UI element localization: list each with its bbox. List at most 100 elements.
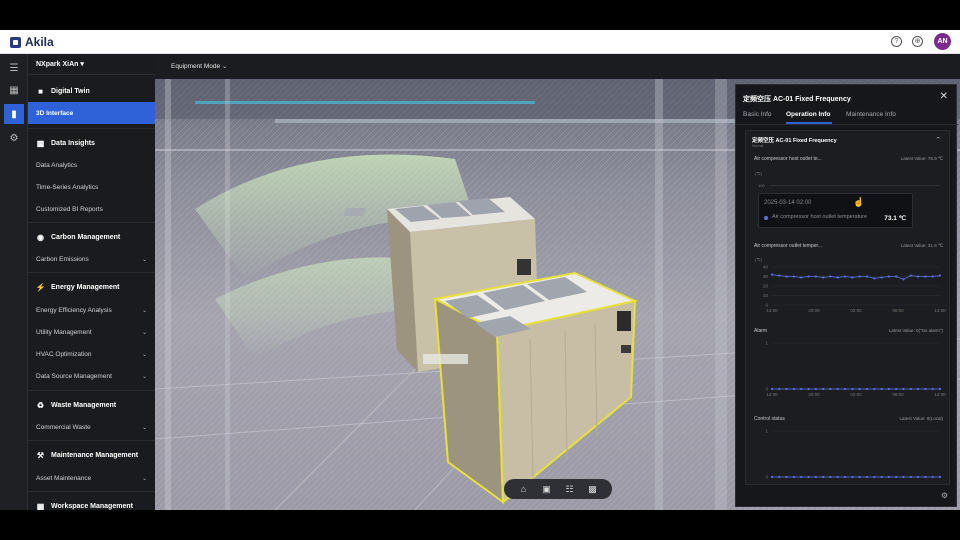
- sidebar-item-energy-efficiency[interactable]: Energy Efficiency Analysis ⌄: [28, 299, 155, 321]
- settings-icon[interactable]: ⚙: [4, 128, 24, 148]
- metric-1-name: Air compressor host outlet te...: [754, 156, 822, 162]
- metrics-card: 定频空压 AC-01 Fixed Frequency Normal ⌃ Air …: [745, 130, 950, 485]
- sidebar-item-time-series[interactable]: Time-Series Analytics: [28, 176, 155, 198]
- x-tick-label: 20:00: [808, 308, 820, 313]
- gridline: [770, 185, 940, 186]
- data-point: [858, 275, 861, 278]
- nav-section-maintenance[interactable]: ⚒ Maintenance Management: [28, 444, 155, 466]
- nav-section-carbon[interactable]: ◉ Carbon Management: [28, 226, 155, 248]
- cursor-pointer-icon: ☝: [853, 197, 865, 207]
- sidebar-item-asset-maintenance[interactable]: Asset Maintenance ⌄: [28, 467, 155, 489]
- data-point: [800, 387, 803, 391]
- nav-section-workspace[interactable]: ▦ Workspace Management: [28, 495, 155, 511]
- tooltip-time: 2025-03-14 02:00: [764, 200, 812, 206]
- data-point: [836, 387, 839, 391]
- nav-section-digital-twin[interactable]: ■ Digital Twin: [28, 80, 155, 102]
- y-tick-label: 1: [765, 429, 768, 434]
- workspace-icon: ▦: [36, 501, 45, 511]
- leaf-circle-icon: ◉: [37, 232, 44, 242]
- divider: [28, 128, 155, 129]
- data-point: [887, 387, 890, 391]
- section-label: Data Insights: [51, 139, 95, 147]
- sidebar-item-carbon-emissions[interactable]: Carbon Emissions ⌄: [28, 248, 155, 270]
- section-label: Workspace Management: [51, 502, 133, 510]
- nav-section-data-insights[interactable]: ▩ Data Insights: [28, 132, 155, 154]
- sidebar-item-utility[interactable]: Utility Management ⌄: [28, 321, 155, 343]
- sidebar-item-hvac[interactable]: HVAC Optimization ⌄: [28, 343, 155, 365]
- data-point: [814, 387, 817, 391]
- home-icon[interactable]: ⌂: [518, 484, 530, 494]
- chart-icon: ▩: [36, 138, 45, 148]
- data-point: [880, 387, 883, 391]
- section-label: Digital Twin: [51, 87, 90, 95]
- metric-2-latest: Latest Value: 31.6 ℃: [900, 243, 943, 248]
- data-point: [836, 475, 839, 479]
- sidebar-item-bi-reports[interactable]: Customized BI Reports: [28, 198, 155, 220]
- menu-icon[interactable]: ☰: [4, 58, 24, 78]
- section-title: 定频空压 AC-01 Fixed Frequency: [752, 138, 837, 144]
- data-point: [814, 475, 817, 479]
- sidebar-item-commercial-waste[interactable]: Commercial Waste ⌄: [28, 416, 155, 438]
- tab-operation-info[interactable]: Operation Info: [786, 111, 830, 118]
- data-point: [924, 475, 927, 479]
- data-point: [895, 475, 898, 479]
- nav-section-waste[interactable]: ♻ Waste Management: [28, 394, 155, 416]
- x-tick-label: 14:00: [934, 392, 946, 397]
- chart-tooltip: 2025-03-14 02:00 Air compressor host out…: [758, 193, 913, 228]
- data-point: [829, 275, 832, 278]
- data-point: [770, 387, 774, 391]
- chevron-down-icon: ⌄: [141, 424, 147, 431]
- avatar[interactable]: AN: [934, 33, 951, 50]
- data-point: [778, 475, 781, 479]
- mode-selector[interactable]: Equipment Mode: [171, 62, 227, 70]
- data-point: [938, 475, 942, 479]
- data-point: [909, 475, 912, 479]
- y-tick-label: 0: [765, 387, 768, 392]
- x-tick-label: 20:00: [808, 392, 820, 397]
- recycle-icon: ♻: [36, 400, 45, 410]
- chart-control-status[interactable]: 10: [750, 427, 946, 483]
- hierarchy-icon[interactable]: ☷: [564, 484, 576, 495]
- metric-1-ytick: 100: [758, 183, 765, 188]
- help-icon[interactable]: ?: [891, 36, 902, 47]
- item-label: Carbon Emissions: [36, 255, 89, 263]
- data-point: [938, 274, 942, 277]
- sidebar-item-data-source[interactable]: Data Source Management ⌄: [28, 365, 155, 387]
- gear-icon[interactable]: ⚙: [941, 491, 948, 500]
- x-tick-label: 14:00: [934, 308, 946, 313]
- mode-bar: Equipment Mode: [155, 54, 960, 79]
- data-point: [887, 275, 890, 278]
- y-tick-label: 0: [765, 475, 768, 480]
- data-point: [851, 387, 854, 391]
- tab-basic-info[interactable]: Basic Info: [743, 111, 772, 118]
- divider: [736, 124, 958, 125]
- data-point: [814, 275, 817, 278]
- building-icon[interactable]: ▦: [4, 80, 24, 100]
- data-point: [778, 387, 781, 391]
- metric-1-latest: Latest Value: 78.9 ℃: [900, 156, 943, 161]
- data-point: [770, 273, 774, 276]
- divider: [28, 440, 155, 441]
- grid-icon[interactable]: ▩: [587, 484, 599, 495]
- document-icon[interactable]: ▮: [4, 104, 24, 124]
- data-point: [909, 387, 912, 391]
- sidebar-item-3d-interface[interactable]: 3D Interface: [28, 102, 155, 124]
- chevron-down-icon: ⌄: [141, 475, 147, 482]
- series-line: [771, 274, 941, 280]
- close-icon[interactable]: ✕: [940, 91, 948, 102]
- nav-section-energy[interactable]: ⚡ Energy Management: [28, 276, 155, 298]
- globe-icon[interactable]: ⊕: [912, 36, 923, 47]
- site-selector[interactable]: NXpark XiAn: [36, 60, 84, 68]
- chart-alarm[interactable]: 1014:00 20:00 02:00 08:00 14:00: [750, 339, 946, 401]
- chart-outlet-temperature[interactable]: 40302010014:00 20:00 02:00 08:00 14:00: [750, 265, 946, 317]
- sidebar-item-data-analytics[interactable]: Data Analytics: [28, 154, 155, 176]
- chevron-up-icon[interactable]: ⌃: [935, 136, 941, 144]
- focus-icon[interactable]: ▣: [541, 484, 553, 495]
- data-point: [800, 276, 803, 279]
- data-point: [851, 475, 854, 479]
- chevron-down-icon: ⌄: [141, 256, 147, 263]
- tab-maintenance-info[interactable]: Maintenance Info: [846, 111, 896, 118]
- y-tick-label: 20: [763, 284, 769, 289]
- app-logo[interactable]: Akila: [10, 35, 54, 49]
- data-point: [778, 274, 781, 277]
